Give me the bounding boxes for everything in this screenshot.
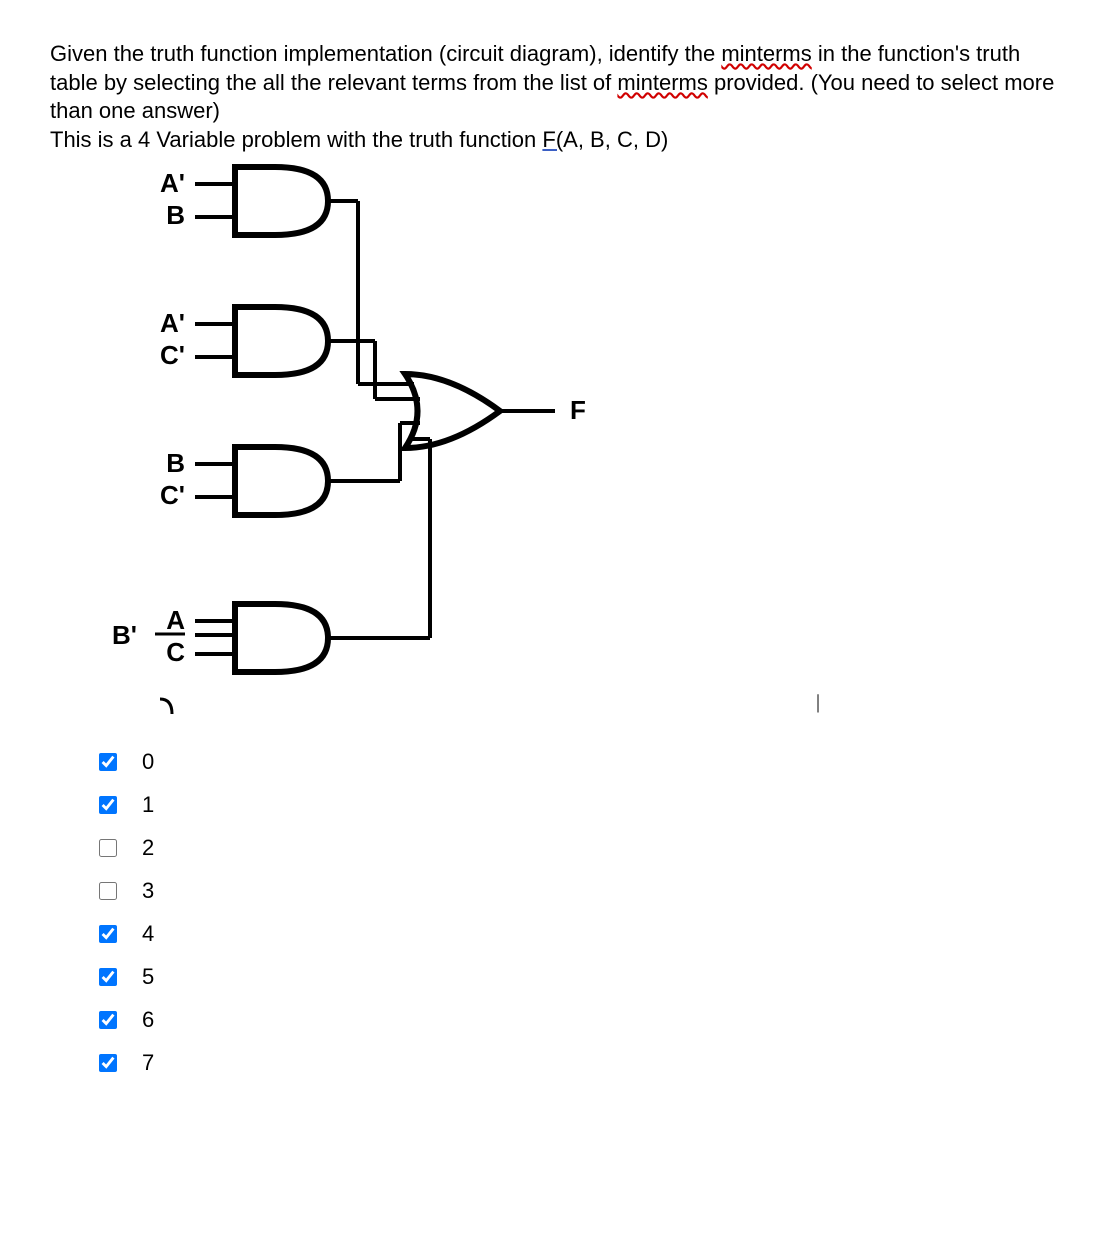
answer-row: 1 [95, 792, 1067, 818]
answer-checkbox-7[interactable] [99, 1054, 117, 1072]
gate3-in2-label: C' [160, 480, 185, 510]
gate1-in2-label: B [166, 200, 185, 230]
gate2-in2-label: C' [160, 340, 185, 370]
answer-label: 4 [142, 921, 154, 947]
gate4-extra-label: B' [112, 620, 137, 650]
gate3-in1-label: B [166, 448, 185, 478]
answer-row: 6 [95, 1007, 1067, 1033]
answer-list: 0 1 2 3 4 5 6 7 [95, 749, 1067, 1076]
text-cursor: | [816, 691, 820, 714]
function-link: F( [542, 127, 563, 152]
gate2-in1-label: A' [160, 308, 185, 338]
answer-row: 4 [95, 921, 1067, 947]
question-text: Given the truth function implementation … [50, 40, 1067, 154]
answer-row: 0 [95, 749, 1067, 775]
q-part-4: This is a 4 Variable problem with the tr… [50, 127, 542, 152]
circuit-svg: A' B A' C' B C' B' A C F [100, 159, 700, 719]
answer-checkbox-1[interactable] [99, 796, 117, 814]
answer-label: 0 [142, 749, 154, 775]
answer-label: 1 [142, 792, 154, 818]
q-part-1: Given the truth function implementation … [50, 41, 721, 66]
answer-label: 6 [142, 1007, 154, 1033]
gate4-in1-label: A [166, 605, 185, 635]
answer-label: 7 [142, 1050, 154, 1076]
answer-checkbox-5[interactable] [99, 968, 117, 986]
answer-checkbox-6[interactable] [99, 1011, 117, 1029]
answer-row: 2 [95, 835, 1067, 861]
answer-checkbox-0[interactable] [99, 753, 117, 771]
circuit-diagram: A' B A' C' B C' B' A C F [100, 159, 750, 719]
answer-row: 3 [95, 878, 1067, 904]
q-part-5: A, B, C, D) [563, 127, 668, 152]
gate4-in2-label: C [166, 637, 185, 667]
answer-label: 5 [142, 964, 154, 990]
gate1-in1-label: A' [160, 168, 185, 198]
squiggly-word-2: minterms [617, 70, 707, 95]
output-label: F [570, 395, 586, 425]
squiggly-word-1: minterms [721, 41, 811, 66]
answer-label: 2 [142, 835, 154, 861]
answer-row: 7 [95, 1050, 1067, 1076]
answer-checkbox-3[interactable] [99, 882, 117, 900]
answer-row: 5 [95, 964, 1067, 990]
answer-checkbox-2[interactable] [99, 839, 117, 857]
answer-label: 3 [142, 878, 154, 904]
answer-checkbox-4[interactable] [99, 925, 117, 943]
